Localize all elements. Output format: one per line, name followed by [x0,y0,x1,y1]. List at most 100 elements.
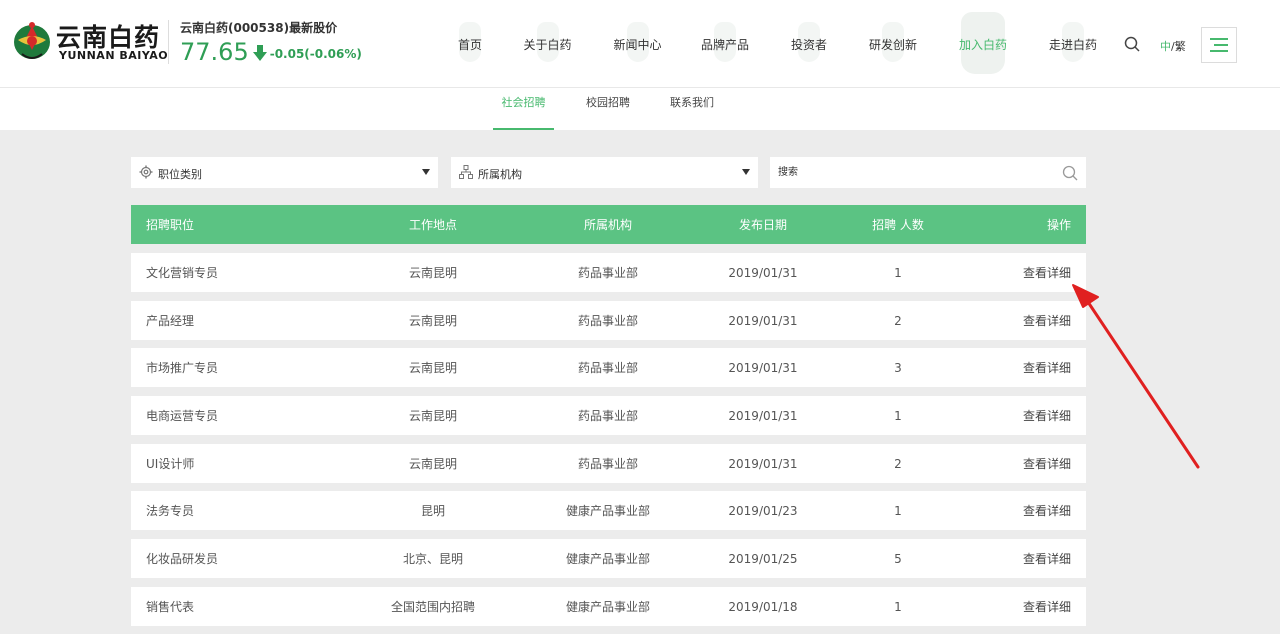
job-category-select[interactable]: 职位类别 [131,157,438,188]
search-icon[interactable] [1062,165,1078,181]
job-count: 3 [894,360,902,375]
chevron-down-icon [742,169,750,175]
job-location: 全国范围内招聘 [390,600,475,614]
job-title: 销售代表 [146,600,195,614]
job-location: 北京、昆明 [402,552,463,566]
job-date: 2019/01/18 [728,599,798,614]
hamburger-icon [1210,38,1228,40]
view-details-link[interactable]: 查看详细 [1023,539,1071,578]
job-org: 药品事业部 [577,314,638,328]
hamburger-line [1214,44,1228,46]
search-input[interactable] [770,157,1060,188]
stock-price: 77.65 [180,38,249,66]
job-title: 产品经理 [146,314,195,328]
header-org: 所属机构 [583,218,632,232]
job-date: 2019/01/31 [728,456,798,471]
job-location: 云南昆明 [408,409,457,423]
job-title: 法务专员 [146,504,195,518]
tab-campus-recruitment[interactable]: 校园招聘 [576,88,640,130]
job-org: 健康产品事业部 [565,504,650,518]
job-location: 云南昆明 [408,457,457,471]
sub-nav: 社会招聘 校园招聘 联系我们 [0,88,1280,130]
job-title: 电商运营专员 [146,409,219,423]
view-details-link[interactable]: 查看详细 [1023,301,1071,340]
view-details-link[interactable]: 查看详细 [1023,444,1071,483]
table-header: 招聘职位 工作地点 所属机构 发布日期 招聘 人数 操作 [131,205,1086,244]
arrow-down-icon [252,45,267,61]
table-row[interactable]: 法务专员 昆明 健康产品事业部 2019/01/23 1 查看详细 [131,491,1086,530]
nav-item-investors[interactable]: 投资者 [770,0,848,88]
job-org: 药品事业部 [577,361,638,375]
logo-en-text: YUNNAN BAIYAO [59,49,169,62]
table-row[interactable]: 文化营销专员 云南昆明 药品事业部 2019/01/31 1 查看详细 [131,253,1086,292]
job-count: 1 [894,408,902,423]
nav-item-brands[interactable]: 品牌产品 [680,0,770,88]
nav-item-news[interactable]: 新闻中心 [595,0,680,88]
view-details-link[interactable]: 查看详细 [1023,396,1071,435]
job-date: 2019/01/25 [728,551,798,566]
header-count: 招聘 人数 [872,218,924,232]
table-row[interactable]: UI设计师 云南昆明 药品事业部 2019/01/31 2 查看详细 [131,444,1086,483]
job-title: 化妆品研发员 [146,552,219,566]
hamburger-line [1210,50,1228,52]
job-count: 5 [894,551,902,566]
chevron-down-icon [422,169,430,175]
view-details-link[interactable]: 查看详细 [1023,253,1071,292]
org-select[interactable]: 所属机构 [451,157,758,188]
logo[interactable]: 云南白药 YUNNAN BAIYAO [12,18,168,66]
stock-label: 云南白药(000538)最新股价 [180,21,338,35]
table-row[interactable]: 销售代表 全国范围内招聘 健康产品事业部 2019/01/18 1 查看详细 [131,587,1086,626]
view-details-link[interactable]: 查看详细 [1023,348,1071,387]
stock-widget: 云南白药(000538)最新股价 77.65 -0.05(-0.06%) [180,19,362,65]
nav-item-explore[interactable]: 走进白药 [1028,0,1118,88]
search-box [770,157,1086,188]
org-label: 所属机构 [478,168,522,181]
language-switch[interactable]: 中/繁 [1160,38,1186,54]
header-date: 发布日期 [738,218,787,232]
search-icon[interactable] [1124,36,1140,52]
job-date: 2019/01/31 [728,265,798,280]
logo-divider [168,20,169,64]
job-category-label: 职位类别 [158,168,202,181]
job-date: 2019/01/31 [728,360,798,375]
tab-social-recruitment[interactable]: 社会招聘 [493,88,554,130]
lang-cn[interactable]: 中 [1160,40,1171,53]
job-location: 云南昆明 [408,266,457,280]
view-details-link[interactable]: 查看详细 [1023,587,1071,626]
header-title: 招聘职位 [146,218,195,232]
job-date: 2019/01/23 [728,503,798,518]
site-header: 云南白药 YUNNAN BAIYAO 云南白药(000538)最新股价 77.6… [0,0,1280,88]
table-row[interactable]: 产品经理 云南昆明 药品事业部 2019/01/31 2 查看详细 [131,301,1086,340]
lang-tw[interactable]: 繁 [1175,40,1186,53]
job-location: 云南昆明 [408,361,457,375]
table-row[interactable]: 化妆品研发员 北京、昆明 健康产品事业部 2019/01/25 5 查看详细 [131,539,1086,578]
stock-change: -0.05(-0.06%) [269,47,362,61]
job-org: 药品事业部 [577,266,638,280]
job-org: 健康产品事业部 [565,552,650,566]
job-count: 1 [894,503,902,518]
view-details-link[interactable]: 查看详细 [1023,491,1071,530]
tab-contact-us[interactable]: 联系我们 [660,88,724,130]
nav-item-research[interactable]: 研发创新 [848,0,938,88]
job-location: 昆明 [420,504,445,518]
logo-emblem-icon [14,22,50,59]
nav-item-home[interactable]: 首页 [440,0,500,88]
header-action: 操作 [1046,218,1071,232]
org-chart-icon [459,165,473,179]
table-row[interactable]: 市场推广专员 云南昆明 药品事业部 2019/01/31 3 查看详细 [131,348,1086,387]
main-nav: 首页 关于白药 新闻中心 品牌产品 投资者 研发创新 加入白药 走进白药 [440,0,1118,88]
job-org: 药品事业部 [577,457,638,471]
job-title: 市场推广专员 [146,361,219,375]
job-count: 1 [894,599,902,614]
table-row[interactable]: 电商运营专员 云南昆明 药品事业部 2019/01/31 1 查看详细 [131,396,1086,435]
menu-button[interactable] [1201,27,1237,63]
job-org: 健康产品事业部 [565,600,650,614]
gear-icon [139,165,153,179]
job-org: 药品事业部 [577,409,638,423]
job-count: 1 [894,265,902,280]
job-location: 云南昆明 [408,314,457,328]
nav-item-join[interactable]: 加入白药 [938,0,1028,88]
nav-item-about[interactable]: 关于白药 [500,0,595,88]
job-title: 文化营销专员 [146,266,219,280]
job-count: 2 [894,456,902,471]
